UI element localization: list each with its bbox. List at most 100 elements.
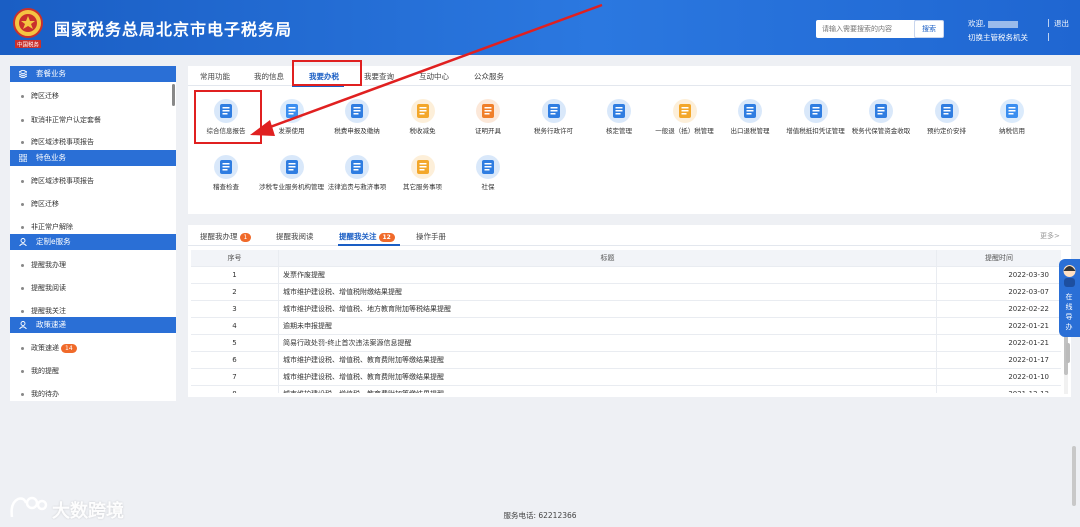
switch-org-link[interactable]: 切换主管税务机关 bbox=[968, 32, 1028, 43]
search-button[interactable]: 搜索 bbox=[914, 20, 944, 38]
function-agency[interactable]: 涉税专业服务机构管理 bbox=[257, 154, 327, 191]
function-approval[interactable]: 核定管理 bbox=[584, 98, 654, 135]
table-row[interactable]: 1 发票作废提醒 2022-03-30 bbox=[191, 267, 1061, 284]
notice-tab-manual[interactable]: 操作手册 bbox=[416, 231, 446, 242]
search-input[interactable] bbox=[816, 20, 916, 38]
notice-tab-follow[interactable]: 提醒我关注 12 bbox=[339, 231, 395, 242]
tab-public-service[interactable]: 公众服务 bbox=[474, 71, 504, 82]
sidebar-item[interactable]: 提醒我阅读 bbox=[10, 281, 170, 295]
function-other[interactable]: 其它服务事项 bbox=[388, 154, 458, 191]
cell-title[interactable]: 城市维护建设税、增值税、教育费附加等缴结果提醒 bbox=[279, 369, 937, 386]
function-declare[interactable]: 税费申报及缴纳 bbox=[322, 98, 392, 135]
sidebar-section-package[interactable]: 套餐业务 bbox=[10, 66, 176, 82]
sidebar-section-policy[interactable]: 政策速递 bbox=[10, 317, 176, 333]
function-pricing[interactable]: 预约定价安排 bbox=[912, 98, 982, 135]
function-refund[interactable]: 一般退（抵）税管理 bbox=[650, 98, 720, 135]
function-label: 税收减免 bbox=[409, 127, 436, 135]
function-report[interactable]: 综合信息报告 bbox=[191, 98, 261, 135]
function-social-security[interactable]: 社保 bbox=[453, 154, 523, 191]
function-label: 社保 bbox=[481, 183, 495, 191]
cell-title[interactable]: 城市维护建设税、增值税附缴结果提醒 bbox=[279, 284, 937, 301]
cell-no: 4 bbox=[191, 318, 279, 335]
cell-title[interactable]: 发票作废提醒 bbox=[279, 267, 937, 284]
sidebar-section-title: 特色业务 bbox=[36, 153, 66, 162]
approval-icon bbox=[607, 99, 631, 123]
cell-no: 8 bbox=[191, 386, 279, 393]
sidebar-item[interactable]: 我的提醒 bbox=[10, 364, 170, 378]
site-title: 国家税务总局北京市电子税务局 bbox=[54, 20, 293, 39]
function-funds[interactable]: 税务代保管资金收取 bbox=[846, 98, 916, 135]
function-label: 涉税专业服务机构管理 bbox=[259, 183, 324, 191]
sidebar-item[interactable]: 非正常户解除 bbox=[10, 220, 170, 234]
cell-no: 2 bbox=[191, 284, 279, 301]
law-icon bbox=[345, 155, 369, 179]
function-reduction[interactable]: 税收减免 bbox=[388, 98, 458, 135]
cell-title[interactable]: 逾期未申报提醒 bbox=[279, 318, 937, 335]
sidebar-item[interactable]: 提醒我关注 bbox=[10, 304, 170, 318]
notice-tab-todo[interactable]: 提醒我办理 1 bbox=[200, 231, 252, 242]
function-license[interactable]: 税务行政许可 bbox=[519, 98, 589, 135]
table-row[interactable]: 4 逾期未申报提醒 2022-01-21 bbox=[191, 318, 1061, 335]
table-row[interactable]: 7 城市维护建设税、增值税、教育费附加等缴结果提醒 2022-01-10 bbox=[191, 369, 1061, 386]
function-credit[interactable]: 纳税信用 bbox=[977, 98, 1047, 135]
function-voucher[interactable]: 增值税抵扣凭证管理 bbox=[781, 98, 851, 135]
top-header: 中国税务 国家税务总局北京市电子税务局 搜索 欢迎, 切换主管税务机关 | | … bbox=[0, 0, 1080, 55]
function-label: 核定管理 bbox=[606, 127, 632, 135]
sidebar-item[interactable]: 我的待办 bbox=[10, 387, 170, 401]
cell-title[interactable]: 简易行政处罚-终止首次违法案源信息提醒 bbox=[279, 335, 937, 352]
tab-common[interactable]: 常用功能 bbox=[200, 71, 230, 82]
tab-my-info[interactable]: 我的信息 bbox=[254, 71, 284, 82]
cell-date: 2022-03-30 bbox=[1008, 271, 1049, 279]
page-scrollbar[interactable] bbox=[1066, 343, 1070, 363]
sidebar-item[interactable]: 跨区迁移 bbox=[10, 197, 170, 211]
function-invoice[interactable]: 发票使用 bbox=[257, 98, 327, 135]
function-label: 综合信息报告 bbox=[206, 127, 246, 135]
export-icon bbox=[738, 99, 762, 123]
layers-icon bbox=[19, 70, 27, 78]
license-icon bbox=[541, 99, 566, 123]
table-row[interactable]: 5 简易行政处罚-终止首次违法案源信息提醒 2022-01-21 bbox=[191, 335, 1061, 352]
sidebar-item[interactable]: 提醒我办理 bbox=[10, 258, 170, 272]
sidebar-item[interactable]: 跨区域涉税事项报告 bbox=[10, 135, 170, 149]
table-header: 序号 标题 提醒时间 bbox=[191, 250, 1061, 267]
more-link[interactable]: 更多> bbox=[1040, 231, 1060, 241]
column-header: 标题 bbox=[279, 250, 937, 267]
notice-tabs: 提醒我办理 1 提醒我阅读 提醒我关注 12 操作手册 更多> bbox=[188, 225, 1071, 246]
sidebar-item[interactable]: 政策速递 14 bbox=[10, 341, 170, 355]
user-icon bbox=[19, 321, 27, 329]
page-scrollbar-lower[interactable] bbox=[1072, 446, 1076, 506]
function-inspection[interactable]: 稽查检查 bbox=[191, 154, 261, 191]
sidebar-section-custom[interactable]: 定制e服务 bbox=[10, 234, 176, 250]
notice-tab-read[interactable]: 提醒我阅读 bbox=[276, 231, 314, 242]
logout-link[interactable]: 退出 bbox=[1054, 18, 1069, 29]
sidebar-section-featured[interactable]: 特色业务 bbox=[10, 150, 176, 166]
table-row[interactable]: 6 城市维护建设税、增值税、教育费附加等缴结果提醒 2022-01-17 bbox=[191, 352, 1061, 369]
table-row[interactable]: 3 城市维护建设税、增值税、地方教育附加等税结果提醒 2022-02-22 bbox=[191, 301, 1061, 318]
sidebar-item[interactable]: 取消非正常户认定套餐 bbox=[10, 113, 170, 127]
cell-title[interactable]: 城市维护建设税、增值税、教育费附加等缴结果提醒 bbox=[279, 386, 937, 393]
column-header: 序号 bbox=[191, 250, 279, 267]
tab-interaction[interactable]: 互动中心 bbox=[419, 71, 449, 82]
table-row[interactable]: 2 城市维护建设税、增值税附缴结果提醒 2022-03-07 bbox=[191, 284, 1061, 301]
notice-tab-label: 提醒我关注 bbox=[339, 232, 377, 241]
function-label: 发票使用 bbox=[278, 127, 305, 135]
cell-title[interactable]: 城市维护建设税、增值税、教育费附加等缴结果提醒 bbox=[279, 352, 937, 369]
tab-query[interactable]: 我要查询 bbox=[364, 71, 394, 82]
sidebar-item[interactable]: 跨区迁移 bbox=[10, 89, 170, 103]
online-help-button[interactable]: 在线导办 bbox=[1059, 259, 1080, 337]
inspection-icon bbox=[214, 155, 238, 179]
welcome-text: 欢迎, bbox=[968, 18, 1019, 29]
sidebar: 套餐业务 跨区迁移 取消非正常户认定套餐 跨区域涉税事项报告 特色业务 跨区域涉… bbox=[10, 66, 176, 401]
function-law[interactable]: 法律追责与救济事项 bbox=[322, 154, 392, 191]
function-label: 证明开具 bbox=[475, 127, 501, 135]
sidebar-item[interactable]: 跨区域涉税事项报告 bbox=[10, 174, 170, 188]
count-badge: 1 bbox=[239, 232, 252, 242]
function-certificate[interactable]: 证明开具 bbox=[453, 98, 523, 135]
tax-emblem-icon: 中国税务 bbox=[13, 8, 43, 49]
table-row[interactable]: 8城市维护建设税、增值税、教育费附加等缴结果提醒2021-12-13 bbox=[191, 386, 1061, 393]
notice-panel: 提醒我办理 1 提醒我阅读 提醒我关注 12 操作手册 更多> 序号 标题 提醒时间… bbox=[188, 225, 1071, 397]
function-export[interactable]: 出口退税管理 bbox=[715, 98, 785, 135]
cell-title[interactable]: 城市维护建设税、增值税、地方教育附加等税结果提醒 bbox=[279, 301, 937, 318]
cell-no: 3 bbox=[191, 301, 279, 318]
sidebar-scrollbar[interactable] bbox=[172, 84, 175, 106]
